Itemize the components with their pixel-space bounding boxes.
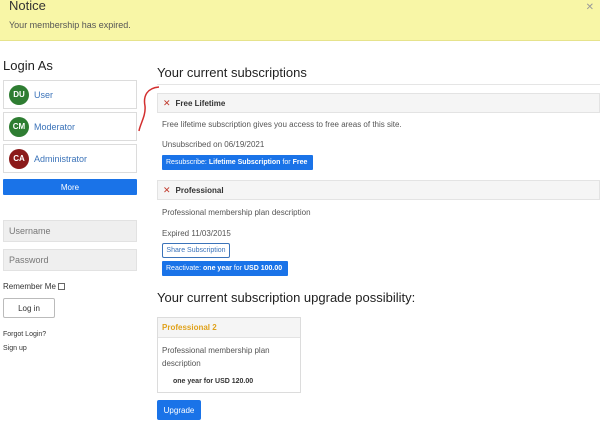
divider xyxy=(157,84,600,85)
login-as-title: Login As xyxy=(3,58,53,73)
button-plan: one year xyxy=(203,265,232,272)
subscription-description: Professional membership plan description xyxy=(162,208,311,217)
upgrade-plan-price: one year for USD 120.00 xyxy=(173,378,254,385)
button-price: USD 100.00 xyxy=(244,265,283,272)
notice-banner: Notice Your membership has expired. ✕ xyxy=(0,0,600,41)
login-as-moderator[interactable]: CM Moderator xyxy=(3,112,137,141)
upgrade-plan-title: Professional 2 xyxy=(158,318,300,338)
avatar: CM xyxy=(9,116,29,137)
upgrade-heading: Your current subscription upgrade possib… xyxy=(157,290,416,305)
username-field[interactable]: Username xyxy=(3,220,137,242)
avatar: CA xyxy=(9,148,29,169)
button-plan: Lifetime Subscription xyxy=(208,159,281,166)
remember-label: Remember Me xyxy=(3,282,56,291)
share-subscription-button[interactable]: Share Subscription xyxy=(162,243,230,258)
button-mid: for xyxy=(233,265,242,272)
forgot-login-link[interactable]: Forgot Login? xyxy=(3,331,46,338)
subscription-description: Free lifetime subscription gives you acc… xyxy=(162,120,402,129)
button-price: Free xyxy=(292,159,308,166)
button-prefix: Resubscribe: xyxy=(166,159,207,166)
subscriptions-heading: Your current subscriptions xyxy=(157,65,307,80)
password-field[interactable]: Password xyxy=(3,249,137,271)
login-as-user[interactable]: DU User xyxy=(3,80,137,109)
button-prefix: Reactivate: xyxy=(166,265,202,272)
cancelled-x-icon: ✕ xyxy=(163,97,171,108)
remember-checkbox[interactable] xyxy=(57,283,65,290)
user-label: User xyxy=(34,89,54,100)
cancelled-x-icon: ✕ xyxy=(163,184,171,195)
notice-title: Notice xyxy=(9,0,46,13)
subscription-title: Free Lifetime xyxy=(175,98,226,108)
reactivate-button[interactable]: Reactivate: one year for USD 100.00 xyxy=(162,261,289,276)
subscription-header: ✕ Free Lifetime xyxy=(157,93,600,113)
more-button[interactable]: More xyxy=(3,179,137,195)
resubscribe-button[interactable]: Resubscribe: Lifetime Subscription for F… xyxy=(162,155,314,170)
subscription-status: Unsubscribed on 06/19/2021 xyxy=(162,140,265,149)
login-as-administrator[interactable]: CA Administrator xyxy=(3,144,137,173)
notice-text: Your membership has expired. xyxy=(9,20,131,30)
close-icon[interactable]: ✕ xyxy=(586,2,594,13)
upgrade-button[interactable]: Upgrade xyxy=(157,400,201,420)
subscription-header: ✕ Professional xyxy=(157,180,600,200)
sign-up-link[interactable]: Sign up xyxy=(3,345,27,352)
user-label: Moderator xyxy=(34,121,76,132)
upgrade-plan-card: Professional 2 Professional membership p… xyxy=(157,317,301,393)
user-label: Administrator xyxy=(34,153,88,164)
remember-me: Remember Me xyxy=(3,282,65,291)
upgrade-plan-description: Professional membership plan description xyxy=(162,346,270,368)
login-button[interactable]: Log in xyxy=(3,298,55,318)
subscription-status: Expired 11/03/2015 xyxy=(162,229,231,238)
avatar: DU xyxy=(9,84,29,105)
subscription-title: Professional xyxy=(175,185,224,195)
button-mid: for xyxy=(282,159,291,166)
